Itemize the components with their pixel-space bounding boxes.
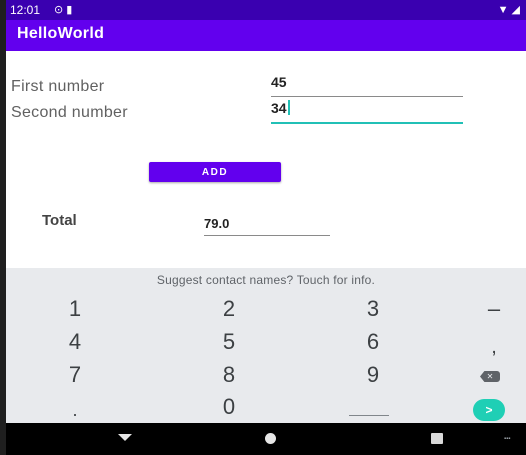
total-label: Total: [42, 212, 77, 229]
key-6[interactable]: 6: [323, 327, 423, 357]
key-comma[interactable]: ,: [444, 332, 526, 362]
recents-icon[interactable]: [431, 433, 443, 444]
second-number-input[interactable]: 34: [271, 100, 463, 124]
first-number-value: 45: [271, 74, 287, 90]
key-3[interactable]: 3: [323, 294, 423, 324]
key-decimal[interactable]: .: [25, 395, 125, 425]
cast-icon: ⊙: [54, 4, 64, 16]
key-8[interactable]: 8: [179, 360, 279, 390]
space-key[interactable]: [349, 415, 389, 416]
app-bar: HelloWorld: [6, 20, 526, 51]
status-bar: 12:01 ⊙ ▮ ▼ ◢: [6, 0, 526, 20]
home-icon[interactable]: [265, 433, 276, 444]
key-7[interactable]: 7: [25, 360, 125, 390]
total-value: 79.0: [204, 216, 230, 231]
wifi-icon: ▼: [497, 4, 509, 16]
first-number-input[interactable]: 45: [271, 74, 463, 97]
key-5[interactable]: 5: [179, 327, 279, 357]
key-9[interactable]: 9: [323, 360, 423, 390]
signal-icon: ◢: [511, 4, 520, 16]
keyboard-switch-icon[interactable]: ▪▪▪: [504, 436, 510, 442]
numeric-keyboard: Suggest contact names? Touch for info. 1…: [6, 268, 526, 423]
second-number-value: 34: [271, 100, 287, 116]
add-button[interactable]: ADD: [149, 162, 281, 182]
key-0[interactable]: 0: [179, 392, 279, 422]
key-4[interactable]: 4: [25, 327, 125, 357]
connectivity-icons: ▼ ◢: [498, 3, 520, 16]
text-cursor: [287, 100, 290, 115]
back-icon[interactable]: [118, 434, 132, 441]
go-button[interactable]: >: [473, 399, 505, 421]
first-number-label: First number: [11, 78, 105, 95]
status-time: 12:01: [10, 3, 41, 17]
key-minus[interactable]: –: [444, 294, 526, 324]
sd-card-icon: ▮: [66, 4, 73, 16]
backspace-icon[interactable]: ✕: [480, 371, 500, 382]
key-1[interactable]: 1: [25, 294, 125, 324]
notification-icons: ⊙ ▮: [54, 3, 72, 16]
phone-screen: 12:01 ⊙ ▮ ▼ ◢ HelloWorld First number 45…: [6, 0, 526, 455]
app-title: HelloWorld: [17, 25, 105, 42]
total-output: 79.0: [204, 216, 330, 236]
second-number-label: Second number: [11, 104, 128, 121]
key-2[interactable]: 2: [179, 294, 279, 324]
keyboard-suggestion[interactable]: Suggest contact names? Touch for info.: [6, 268, 526, 292]
navigation-bar: ▪▪▪: [6, 423, 526, 455]
